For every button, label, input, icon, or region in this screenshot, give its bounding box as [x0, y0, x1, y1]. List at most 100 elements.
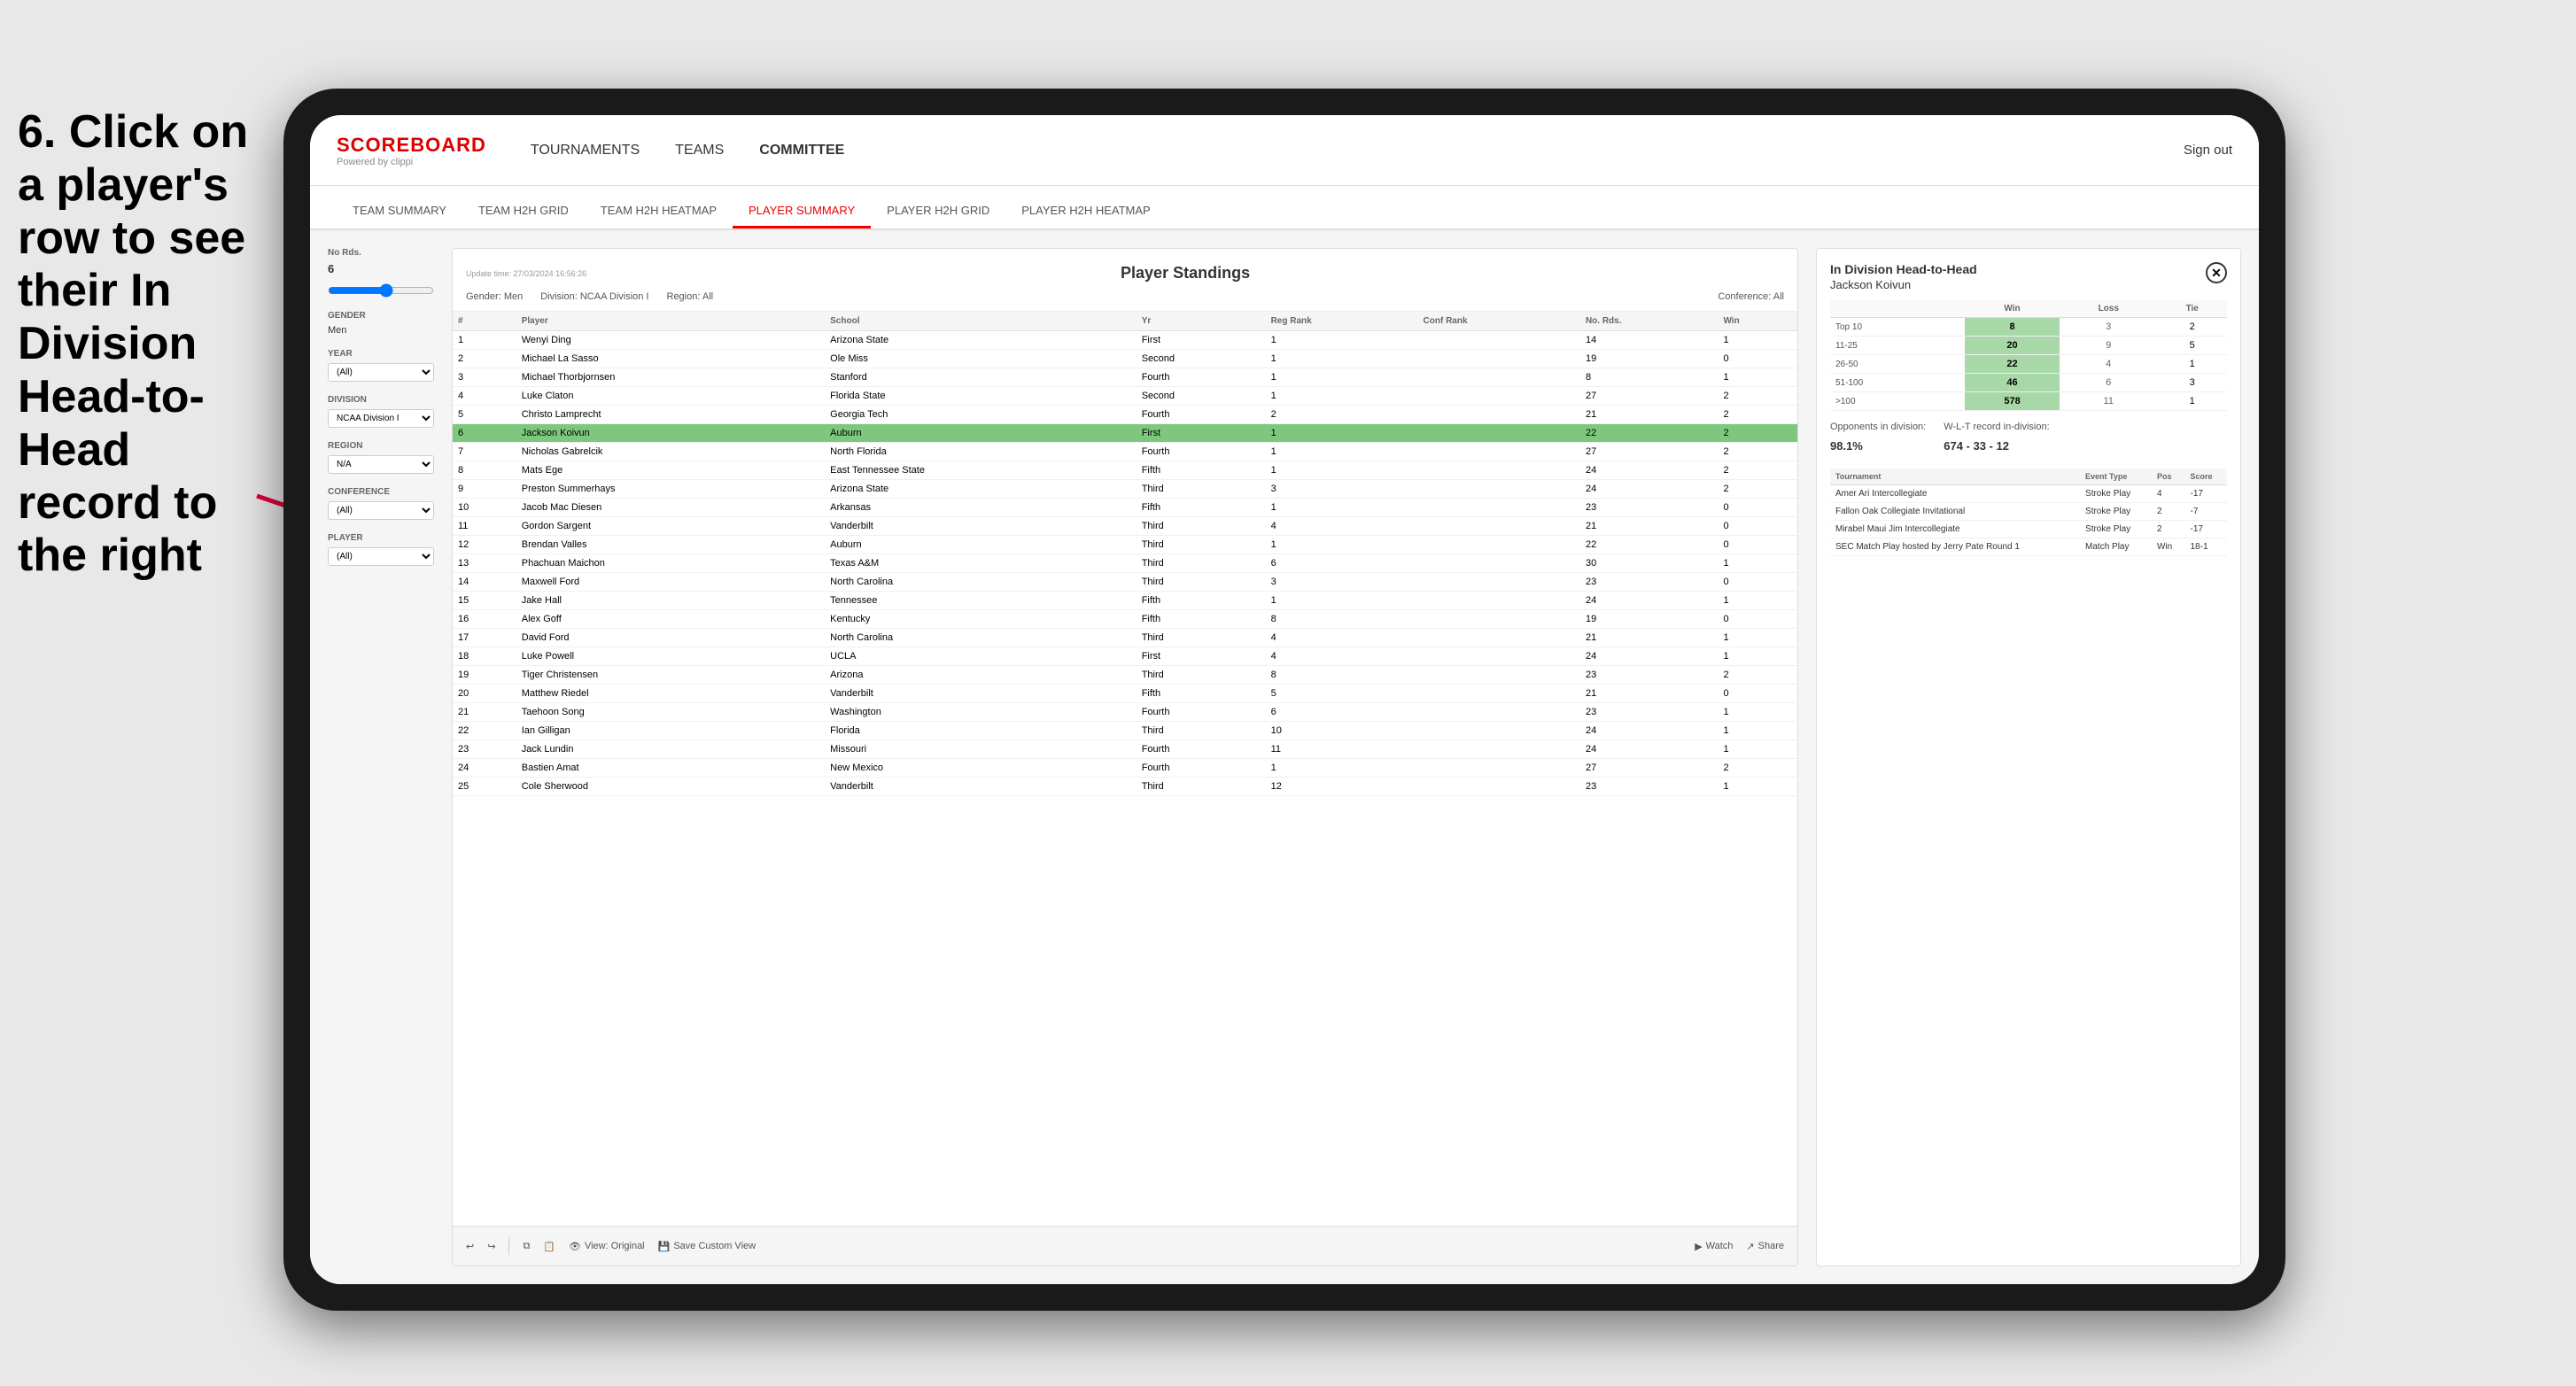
cell-reg-rank: 1 [1266, 461, 1418, 480]
table-row[interactable]: 17 David Ford North Carolina Third 4 21 … [453, 629, 1797, 647]
table-row[interactable]: 13 Phachuan Maichon Texas A&M Third 6 30… [453, 554, 1797, 573]
cell-conf-rank [1418, 331, 1580, 350]
table-row[interactable]: 9 Preston Summerhays Arizona State Third… [453, 480, 1797, 499]
cell-yr: Third [1137, 722, 1266, 740]
conference-select[interactable]: (All) [328, 501, 434, 520]
region-label: Region [328, 441, 434, 451]
table-row[interactable]: 3 Michael Thorbjornsen Stanford Fourth 1… [453, 368, 1797, 387]
table-row[interactable]: 5 Christo Lamprecht Georgia Tech Fourth … [453, 406, 1797, 424]
no-rds-section: No Rds. 6 [328, 248, 434, 298]
h2h-row: 26-50 22 4 1 [1830, 355, 2227, 374]
cell-reg-rank: 12 [1266, 778, 1418, 796]
sub-nav-team-summary[interactable]: TEAM SUMMARY [337, 195, 462, 228]
sub-nav-team-h2h-grid[interactable]: TEAM H2H GRID [462, 195, 585, 228]
tournament-score: -17 [2185, 521, 2228, 538]
no-rds-slider[interactable] [328, 283, 434, 298]
nav-teams[interactable]: TEAMS [675, 138, 724, 163]
cell-conf-rank [1418, 350, 1580, 368]
sub-navigation: TEAM SUMMARY TEAM H2H GRID TEAM H2H HEAT… [310, 186, 2259, 230]
cell-no-rds: 14 [1580, 331, 1719, 350]
table-row[interactable]: 22 Ian Gilligan Florida Third 10 24 1 [453, 722, 1797, 740]
cell-num: 5 [453, 406, 516, 424]
cell-player: Tiger Christensen [516, 666, 825, 685]
save-custom-btn[interactable]: 💾 Save Custom View [658, 1241, 756, 1252]
table-row[interactable]: 16 Alex Goff Kentucky Fifth 8 19 0 [453, 610, 1797, 629]
table-row[interactable]: 8 Mats Ege East Tennessee State Fifth 1 … [453, 461, 1797, 480]
table-row[interactable]: 19 Tiger Christensen Arizona Third 8 23 … [453, 666, 1797, 685]
table-row[interactable]: 25 Cole Sherwood Vanderbilt Third 12 23 … [453, 778, 1797, 796]
cell-school: Tennessee [825, 592, 1137, 610]
cell-yr: Third [1137, 480, 1266, 499]
cell-school: Ole Miss [825, 350, 1137, 368]
tournament-type: Stroke Play [2080, 485, 2152, 503]
table-row[interactable]: 11 Gordon Sargent Vanderbilt Third 4 21 … [453, 517, 1797, 536]
sign-out-button[interactable]: Sign out [2184, 143, 2232, 158]
cell-school: Missouri [825, 740, 1137, 759]
paste-btn[interactable]: 📋 [543, 1241, 555, 1252]
watch-btn[interactable]: ▶ Watch [1695, 1241, 1733, 1252]
undo-btn[interactable]: ↩ [466, 1241, 474, 1252]
cell-reg-rank: 6 [1266, 703, 1418, 722]
h2h-tie: 2 [2157, 318, 2227, 337]
player-select[interactable]: (All) [328, 547, 434, 566]
cell-player: Jacob Mac Diesen [516, 499, 825, 517]
cell-conf-rank [1418, 424, 1580, 443]
sub-nav-player-summary[interactable]: PLAYER SUMMARY [733, 195, 871, 228]
share-btn[interactable]: ↗ Share [1746, 1241, 1784, 1252]
table-row[interactable]: 1 Wenyi Ding Arizona State First 1 14 1 [453, 331, 1797, 350]
cell-conf-rank [1418, 610, 1580, 629]
copy-btn[interactable]: ⧉ [523, 1241, 530, 1252]
table-row[interactable]: 15 Jake Hall Tennessee Fifth 1 24 1 [453, 592, 1797, 610]
table-row[interactable]: 18 Luke Powell UCLA First 4 24 1 [453, 647, 1797, 666]
division-select[interactable]: NCAA Division I [328, 409, 434, 428]
table-row[interactable]: 12 Brendan Valles Auburn Third 1 22 0 [453, 536, 1797, 554]
cell-reg-rank: 1 [1266, 350, 1418, 368]
cell-num: 17 [453, 629, 516, 647]
cell-no-rds: 30 [1580, 554, 1719, 573]
table-row[interactable]: 7 Nicholas Gabrelcik North Florida Fourt… [453, 443, 1797, 461]
table-row[interactable]: 20 Matthew Riedel Vanderbilt Fifth 5 21 … [453, 685, 1797, 703]
table-row[interactable]: 4 Luke Claton Florida State Second 1 27 … [453, 387, 1797, 406]
col-no-rds: No. Rds. [1580, 312, 1719, 331]
update-time: Update time: 27/03/2024 16:56:26 [466, 269, 586, 278]
standings-table[interactable]: # Player School Yr Reg Rank Conf Rank No… [453, 312, 1797, 1226]
table-row[interactable]: 24 Bastien Amat New Mexico Fourth 1 27 2 [453, 759, 1797, 778]
close-h2h-button[interactable]: ✕ [2206, 262, 2227, 283]
table-row[interactable]: 21 Taehoon Song Washington Fourth 6 23 1 [453, 703, 1797, 722]
nav-committee[interactable]: COMMITTEE [759, 138, 844, 163]
sub-nav-player-h2h-grid[interactable]: PLAYER H2H GRID [871, 195, 1005, 228]
app-container: SCOREBOARD Powered by clippi TOURNAMENTS… [310, 115, 2259, 1284]
h2h-tie: 5 [2157, 337, 2227, 355]
cell-num: 6 [453, 424, 516, 443]
cell-yr: Fifth [1137, 592, 1266, 610]
cell-num: 7 [453, 443, 516, 461]
redo-btn[interactable]: ↪ [487, 1241, 495, 1252]
cell-player: Phachuan Maichon [516, 554, 825, 573]
region-select[interactable]: N/A [328, 455, 434, 474]
col-school: School [825, 312, 1137, 331]
sub-nav-player-h2h-heatmap[interactable]: PLAYER H2H HEATMAP [1005, 195, 1166, 228]
table-row[interactable]: 6 Jackson Koivun Auburn First 1 22 2 [453, 424, 1797, 443]
sub-nav-team-h2h-heatmap[interactable]: TEAM H2H HEATMAP [585, 195, 733, 228]
cell-num: 21 [453, 703, 516, 722]
h2h-row: 11-25 20 9 5 [1830, 337, 2227, 355]
year-select[interactable]: (All) [328, 363, 434, 382]
cell-no-rds: 24 [1580, 647, 1719, 666]
cell-reg-rank: 8 [1266, 610, 1418, 629]
cell-conf-rank [1418, 722, 1580, 740]
cell-num: 1 [453, 331, 516, 350]
table-row[interactable]: 2 Michael La Sasso Ole Miss Second 1 19 … [453, 350, 1797, 368]
cell-school: Georgia Tech [825, 406, 1137, 424]
cell-num: 19 [453, 666, 516, 685]
view-original-btn[interactable]: 👁 View: Original [569, 1241, 645, 1252]
nav-tournaments[interactable]: TOURNAMENTS [531, 138, 640, 163]
table-row[interactable]: 23 Jack Lundin Missouri Fourth 11 24 1 [453, 740, 1797, 759]
standings-panel: Update time: 27/03/2024 16:56:26 Player … [452, 248, 1798, 1266]
gender-value: Men [328, 325, 434, 336]
cell-conf-rank [1418, 573, 1580, 592]
table-row[interactable]: 14 Maxwell Ford North Carolina Third 3 2… [453, 573, 1797, 592]
tournament-score: 18-1 [2185, 538, 2228, 556]
table-row[interactable]: 10 Jacob Mac Diesen Arkansas Fifth 1 23 … [453, 499, 1797, 517]
player-filter-label: Player [328, 533, 434, 543]
cell-school: Kentucky [825, 610, 1137, 629]
